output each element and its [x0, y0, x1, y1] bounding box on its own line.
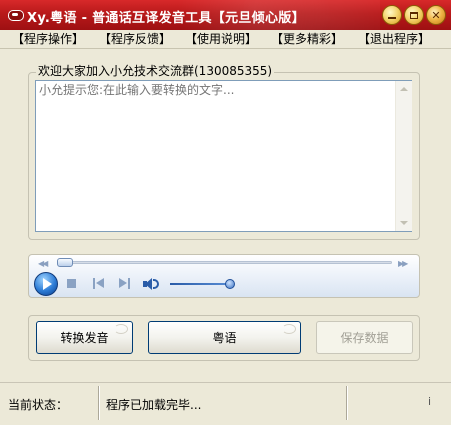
save-button-label: 保存数据 — [340, 331, 389, 345]
close-icon: ✕ — [431, 8, 441, 22]
cantonese-button[interactable]: 粤语 — [148, 321, 301, 354]
menu-item-program-operation[interactable]: 【程序操作】 — [12, 32, 84, 46]
menu-item-program-feedback[interactable]: 【程序反馈】 — [99, 32, 171, 46]
status-divider — [98, 386, 100, 420]
menu-item-exit[interactable]: 【退出程序】 — [358, 32, 430, 46]
status-value: 程序已加载完毕... — [106, 398, 202, 412]
menu-bar: 【程序操作】 【程序反馈】 【使用说明】 【更多精彩】 【退出程序】 — [0, 30, 451, 49]
app-icon[interactable] — [8, 10, 24, 21]
text-input[interactable] — [35, 80, 412, 232]
maximize-button[interactable] — [404, 5, 424, 25]
close-button[interactable]: ✕ — [426, 5, 446, 25]
next-icon[interactable] — [118, 278, 130, 289]
status-divider — [346, 386, 348, 420]
volume-thumb[interactable] — [225, 279, 235, 289]
swirl-decoration-icon — [114, 324, 128, 334]
seek-thumb[interactable] — [57, 258, 73, 267]
save-button[interactable]: 保存数据 — [316, 321, 413, 354]
scroll-down-icon[interactable] — [400, 221, 408, 225]
previous-icon[interactable] — [93, 278, 105, 289]
text-scrollbar[interactable] — [395, 81, 412, 231]
seek-forward-icon[interactable]: ▶▶ — [398, 259, 408, 268]
swirl-decoration-icon — [282, 324, 296, 334]
cantonese-button-label: 粤语 — [212, 331, 237, 345]
maximize-icon — [410, 11, 418, 19]
convert-button[interactable]: 转换发音 — [36, 321, 133, 354]
menu-item-instructions[interactable]: 【使用说明】 — [185, 32, 257, 46]
convert-button-label: 转换发音 — [60, 331, 109, 345]
group-legend: 欢迎大家加入小允技术交流群(130085355) — [36, 64, 275, 78]
minimize-button[interactable] — [382, 5, 402, 25]
resize-grip-icon[interactable]: ⅰ — [428, 395, 431, 408]
minimize-icon — [388, 17, 396, 19]
stop-icon[interactable] — [67, 279, 76, 288]
status-label: 当前状态： — [8, 398, 69, 412]
seek-bar[interactable] — [57, 261, 392, 264]
play-icon — [43, 278, 52, 290]
seek-back-icon[interactable]: ◀◀ — [38, 259, 48, 268]
play-button[interactable] — [34, 272, 58, 296]
menu-item-more[interactable]: 【更多精彩】 — [271, 32, 343, 46]
window-title: Xy.粤语 - 普通话互译发音工具【元旦倾心版】 — [27, 11, 305, 26]
scroll-up-icon[interactable] — [400, 87, 408, 91]
